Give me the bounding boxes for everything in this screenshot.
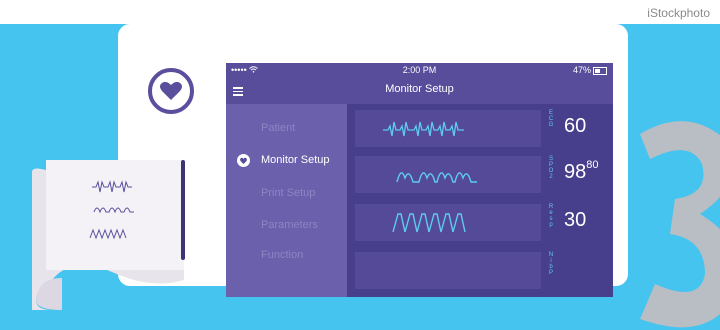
vertical-label: NibP	[548, 252, 554, 276]
ecg-waveform	[355, 110, 541, 147]
heart-logo	[148, 68, 194, 114]
battery-icon	[593, 66, 607, 75]
status-bar: ••••• 2:00 PM 47%	[226, 63, 613, 77]
resp-waveform	[355, 204, 541, 241]
vertical-label: Resp	[548, 204, 554, 228]
sidebar-item-monitor-setup[interactable]: Monitor Setup	[226, 151, 347, 171]
nibp-waveform	[355, 252, 541, 289]
battery-indicator: 47%	[573, 65, 607, 75]
sidebar-item-label: Patient	[261, 122, 296, 134]
spo2-value: 9880	[564, 159, 599, 183]
sidebar-item-print-setup[interactable]: Print Setup	[226, 184, 347, 204]
nibp-label: NibP	[547, 252, 555, 279]
ecg-label: ECG	[547, 110, 555, 131]
spo2-waveform	[355, 156, 541, 193]
monitor-screen: ••••• 2:00 PM 47% Monitor Setup Patient …	[226, 63, 613, 297]
clock: 2:00 PM	[402, 65, 437, 75]
resp-row: Resp 30	[355, 204, 609, 241]
sidebar-item-patient[interactable]: Patient	[226, 119, 347, 139]
big-number-three	[640, 121, 720, 328]
ecg-row: ECG 60	[355, 110, 609, 147]
watermark-text: iStockphoto	[647, 6, 710, 20]
sidebar-item-label: Monitor Setup	[261, 154, 330, 166]
heart-icon	[237, 154, 250, 167]
heart-icon	[160, 81, 182, 100]
ecg-value: 60	[564, 115, 587, 137]
sidebar-item-function[interactable]: Function	[226, 246, 347, 266]
vertical-label: SPO2	[548, 156, 554, 180]
page-title: Monitor Setup	[385, 83, 454, 95]
title-bar: Monitor Setup	[226, 77, 613, 103]
spo2-row: SPO2 9880	[355, 156, 609, 193]
nibp-row: NibP	[355, 252, 609, 289]
printout-paper	[32, 160, 192, 310]
spo2-sub-value: 80	[586, 159, 599, 171]
sidebar-item-parameters[interactable]: Parameters	[226, 216, 347, 236]
sidebar-item-label: Function	[261, 249, 304, 261]
resp-value: 30	[564, 209, 587, 231]
resp-label: Resp	[547, 204, 555, 231]
sidebar: Patient Monitor Setup Print Setup Parame…	[226, 104, 347, 297]
vertical-label: ECG	[548, 110, 554, 128]
spo2-label: SPO2	[547, 156, 555, 183]
sidebar-item-label: Print Setup	[261, 187, 316, 199]
readouts-panel: ECG 60 SPO2 9880 Resp 30 NibP	[347, 104, 613, 297]
sidebar-item-label: Parameters	[261, 219, 318, 231]
